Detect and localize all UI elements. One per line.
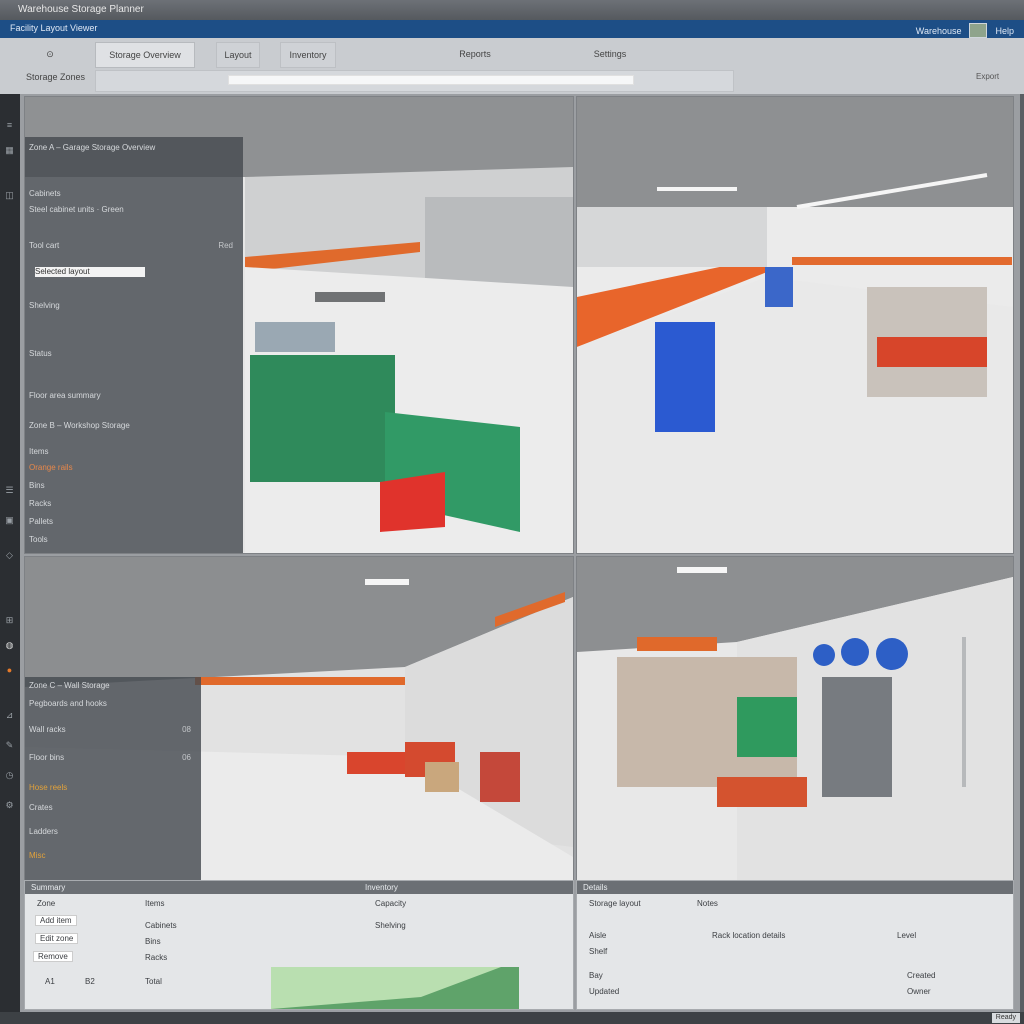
status-bar: Ready	[0, 1012, 1024, 1024]
list-item[interactable]: Shelving	[29, 301, 239, 311]
search-input[interactable]	[228, 75, 634, 85]
add-item-button[interactable]: Add item	[35, 915, 77, 926]
list-item[interactable]: Cabinets	[29, 189, 239, 199]
tab-layout[interactable]: Layout	[216, 42, 260, 68]
ruler-icon[interactable]: ⊿	[3, 709, 16, 722]
header-right: Warehouse Help	[916, 23, 1014, 38]
list-icon[interactable]: ☰	[3, 484, 16, 497]
table-cell: Storage layout	[589, 899, 641, 908]
summary-panel: Summary Inventory Zone Items Capacity Ca…	[24, 880, 574, 1010]
list-item[interactable]: Wall racks 08	[29, 725, 197, 735]
user-name[interactable]: Warehouse	[916, 26, 962, 36]
photo-workshop-racks-image	[577, 557, 1013, 881]
details-panel-header: Details	[577, 881, 1013, 894]
alert-icon[interactable]: ●	[3, 664, 16, 677]
tab-settings[interactable]: Settings	[580, 42, 640, 66]
table-cell: Updated	[589, 987, 620, 996]
breadcrumb[interactable]: Storage Zones	[26, 72, 85, 82]
remove-button[interactable]: Remove	[33, 951, 73, 962]
list-item[interactable]: Steel cabinet units · Green	[29, 205, 239, 215]
list-item[interactable]: Floor bins 06	[29, 753, 197, 763]
status-label: Ready	[991, 1013, 1020, 1023]
menu-icon[interactable]: ≡	[3, 119, 16, 132]
map-icon[interactable]: ⊞	[3, 614, 16, 627]
home-icon[interactable]: ⊙	[40, 42, 60, 66]
list-item[interactable]: Ladders	[29, 827, 197, 837]
globe-icon[interactable]: ◍	[3, 639, 16, 652]
export-button[interactable]: Export	[976, 72, 999, 81]
edit-zone-button[interactable]: Edit zone	[35, 933, 79, 944]
details-panel: Details Storage layout Notes Aisle Rack …	[576, 880, 1014, 1010]
selected-layout-field[interactable]: Selected layout	[35, 267, 145, 277]
table-cell: Shelf	[589, 947, 608, 956]
gear-icon[interactable]: ⚙	[3, 799, 16, 812]
list-item[interactable]: Floor area summary	[29, 391, 239, 401]
table-cell: Shelving	[375, 921, 406, 930]
app-header: Facility Layout Viewer Warehouse Help	[0, 20, 1024, 38]
title-bar: Warehouse Storage Planner	[0, 0, 1024, 20]
address-bar	[95, 70, 734, 92]
list-item[interactable]: Bins	[29, 481, 239, 491]
photo-workshop-racks[interactable]	[576, 556, 1014, 882]
table-cell: Bay	[589, 971, 603, 980]
tab-storage-overview[interactable]: Storage Overview	[95, 42, 195, 68]
tab-inventory[interactable]: Inventory	[280, 42, 336, 68]
header-left-text: Facility Layout Viewer	[10, 23, 98, 33]
zone-c-panel: Zone C – Wall Storage Pegboards and hook…	[25, 677, 201, 881]
list-item[interactable]: Misc	[29, 851, 197, 861]
list-item[interactable]: Orange rails	[29, 463, 239, 473]
list-item[interactable]: Items	[29, 447, 239, 457]
left-sidebar: ≡ ▦ ◫ ☰ ▣ ◇ ⊞ ◍ ● ⊿ ✎ ◷ ⚙	[0, 94, 20, 1012]
clock-icon[interactable]: ◷	[3, 769, 16, 782]
table-cell: A1	[45, 977, 55, 986]
list-item[interactable]: Pallets	[29, 517, 239, 527]
grid-icon[interactable]: ▦	[3, 144, 16, 157]
table-cell: Notes	[697, 899, 718, 908]
table-cell: Total	[145, 977, 162, 986]
avatar[interactable]	[969, 23, 988, 38]
table-cell: Level	[897, 931, 917, 940]
list-item[interactable]: Tools	[29, 535, 239, 545]
list-item[interactable]: Status	[29, 349, 239, 359]
list-item[interactable]: Zone B – Workshop Storage	[29, 421, 239, 431]
table-cell: Aisle	[589, 931, 607, 940]
layers-icon[interactable]: ◫	[3, 189, 16, 202]
photo-wall-storage[interactable]: Zone C – Wall Storage Pegboards and hook…	[24, 556, 574, 882]
list-item[interactable]: Zone C – Wall Storage	[29, 681, 197, 691]
usage-chart-graphic	[271, 967, 519, 1009]
table-cell: Racks	[145, 953, 168, 962]
table-cell: Owner	[907, 987, 931, 996]
photo-garage-cabinets[interactable]: Zone A – Garage Storage Overview Cabinet…	[24, 96, 574, 554]
toolbar: ⊙ Storage Overview Layout Inventory Repo…	[0, 38, 1024, 94]
list-item[interactable]: Racks	[29, 499, 239, 509]
table-cell: Capacity	[375, 899, 407, 908]
list-item[interactable]: Hose reels	[29, 783, 197, 793]
wrench-icon[interactable]: ✎	[3, 739, 16, 752]
list-item[interactable]: Zone A – Garage Storage Overview	[29, 143, 239, 153]
window-title: Warehouse Storage Planner	[18, 4, 144, 15]
table-cell: B2	[85, 977, 95, 986]
list-item[interactable]: Tool cart Red	[29, 241, 239, 251]
box-icon[interactable]: ▣	[3, 514, 16, 527]
help-link[interactable]: Help	[995, 26, 1014, 36]
table-cell: Zone	[37, 899, 56, 908]
table-cell: Items	[145, 899, 165, 908]
list-item[interactable]: Crates	[29, 803, 197, 813]
tab-reports[interactable]: Reports	[440, 42, 510, 66]
zone-a-panel: Zone A – Garage Storage Overview Cabinet…	[25, 137, 243, 553]
table-cell: Created	[907, 971, 936, 980]
photo-warehouse-shelving-image	[577, 97, 1013, 553]
table-cell: Rack location details	[712, 931, 786, 940]
tag-icon[interactable]: ◇	[3, 549, 16, 562]
table-cell: Cabinets	[145, 921, 177, 930]
list-item[interactable]: Pegboards and hooks	[29, 699, 197, 709]
table-cell: Bins	[145, 937, 161, 946]
usage-chart	[271, 967, 519, 1009]
main-area: Zone A – Garage Storage Overview Cabinet…	[20, 94, 1020, 1012]
summary-panel-header: Summary Inventory	[25, 881, 573, 894]
photo-warehouse-shelving[interactable]	[576, 96, 1014, 554]
